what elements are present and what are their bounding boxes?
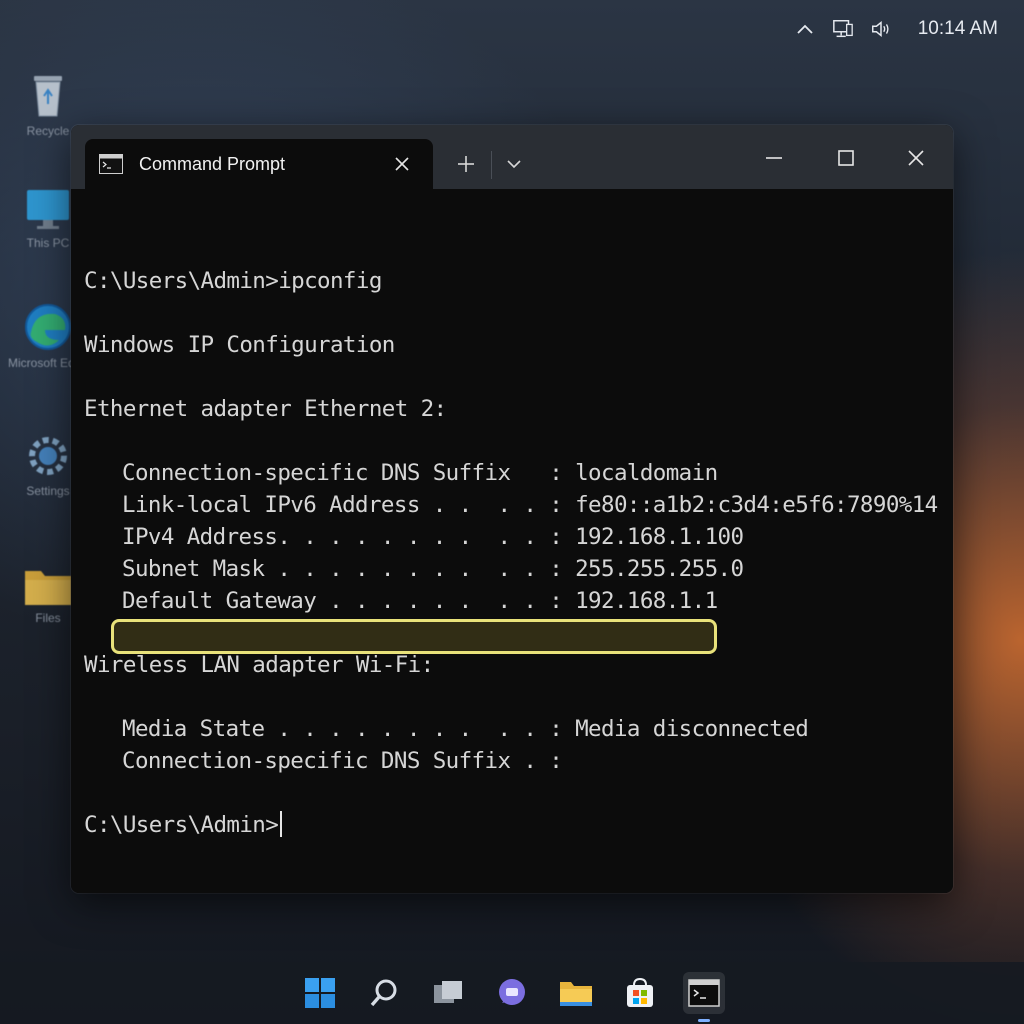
monitor-icon [27, 190, 69, 229]
search-icon [370, 979, 397, 1007]
terminal-line-highlighted: Default Gateway . . . . . . . . : 192.16… [122, 588, 718, 614]
tab-close-button[interactable] [391, 153, 413, 175]
maximize-button[interactable] [823, 141, 869, 175]
taskbar-terminal-button[interactable] [683, 972, 725, 1022]
tab-separator [491, 151, 492, 179]
taskbar-chat-button[interactable] [491, 972, 533, 1014]
desktop-icon-this-pc[interactable]: This PC [18, 188, 78, 250]
terminal-icon [688, 979, 720, 1007]
terminal-line: C:\Users\Admin>ipconfig [84, 268, 382, 294]
command-prompt-window: Command Prompt C:\Users\Admin>ipconfig W… [71, 125, 953, 893]
file-explorer-icon [560, 982, 592, 1006]
chat-icon [499, 979, 525, 1005]
taskbar [0, 962, 1024, 1024]
folder-icon [25, 571, 71, 605]
terminal-line: Link-local IPv6 Address . . . . : fe80::… [122, 492, 938, 518]
clock-time[interactable]: 10:14 AM [918, 18, 998, 40]
desktop-icon-edge[interactable]: Microsoft Edge [8, 302, 88, 370]
terminal-icon [99, 154, 123, 174]
taskbar-store-button[interactable] [619, 972, 661, 1014]
task-view-icon [434, 981, 462, 1003]
volume-icon[interactable] [870, 18, 892, 40]
recycle-bin-icon [34, 76, 62, 117]
text-cursor [280, 811, 283, 837]
title-bar[interactable]: Command Prompt [71, 125, 953, 189]
terminal-line: Subnet Mask . . . . . . . . . . : 255.25… [122, 556, 744, 582]
terminal-prompt-line[interactable]: C:\Users\Admin> [84, 809, 944, 841]
minimize-button[interactable] [751, 141, 797, 175]
tab-dropdown-button[interactable] [499, 149, 529, 179]
tab-title: Command Prompt [139, 153, 286, 174]
terminal-lines: C:\Users\Admin>ipconfig Windows IP Confi… [84, 233, 944, 841]
terminal-line: Connection-specific DNS Suffix : localdo… [122, 460, 718, 486]
terminal-line: Wireless LAN adapter Wi-Fi: [84, 652, 434, 678]
maximize-icon [838, 150, 854, 166]
desktop-icon-folder[interactable]: Files [18, 565, 78, 625]
desktop-icon-recycle-bin[interactable]: Recycle [18, 70, 78, 138]
chevron-up-icon[interactable] [794, 18, 816, 40]
terminal-line: Windows IP Configuration [84, 332, 395, 358]
close-icon [395, 157, 409, 171]
minimize-icon [766, 157, 782, 159]
windows-start-icon [305, 978, 335, 1008]
close-icon [908, 150, 924, 166]
edge-icon [25, 304, 71, 350]
tab-command-prompt[interactable]: Command Prompt [85, 139, 433, 189]
desktop-icon-settings[interactable]: Settings [18, 432, 78, 498]
taskbar-start-button[interactable] [299, 972, 341, 1014]
new-tab-button[interactable] [451, 149, 481, 179]
taskbar-task-view-button[interactable] [427, 972, 469, 1014]
terminal-line: Connection-specific DNS Suffix . : [122, 748, 563, 774]
network-icon[interactable] [832, 18, 854, 40]
terminal-line: Media State . . . . . . . . . . : Media … [122, 716, 809, 742]
taskbar-file-explorer-button[interactable] [555, 972, 597, 1014]
terminal-line: IPv4 Address. . . . . . . . . . : 192.16… [122, 524, 744, 550]
terminal-line: Ethernet adapter Ethernet 2: [84, 396, 447, 422]
chevron-down-icon [507, 160, 521, 169]
terminal-output[interactable]: C:\Users\Admin>ipconfig Windows IP Confi… [71, 189, 953, 893]
system-tray: 10:14 AM [794, 14, 998, 44]
plus-icon [458, 156, 474, 172]
terminal-prompt: C:\Users\Admin> [84, 812, 279, 838]
store-icon [627, 977, 653, 1007]
gear-icon [29, 437, 67, 475]
window-close-button[interactable] [893, 141, 939, 175]
desktop: 10:14 AM Recycle This PC Microsoft Edge … [0, 0, 1024, 1024]
taskbar-search-button[interactable] [363, 972, 405, 1014]
